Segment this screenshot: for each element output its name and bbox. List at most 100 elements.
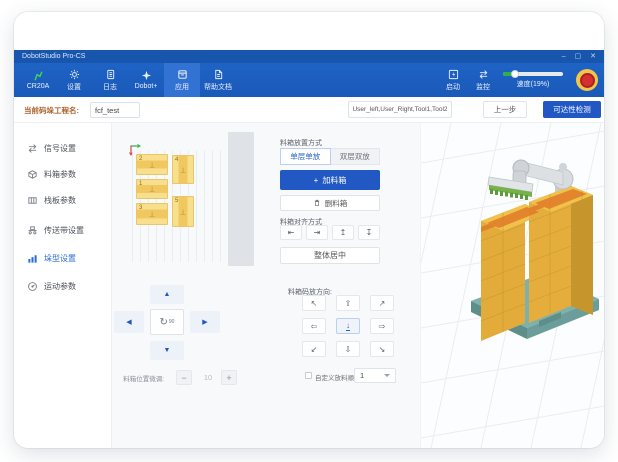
dir-down-left-button[interactable]: ↙ [302, 341, 326, 357]
project-name-label: 当前码垛工程名: [24, 105, 79, 116]
tab-single-layer[interactable]: 单层单放 [280, 148, 331, 165]
monitor-swap-icon [478, 69, 489, 80]
dir-up-button[interactable]: ⇧ [336, 295, 360, 311]
align-bottom-button[interactable]: ↧ [358, 225, 380, 240]
fine-tune-plus-button[interactable]: + [221, 370, 237, 385]
tab-double-layer[interactable]: 双层双放 [331, 148, 381, 165]
menu-item-robot-model[interactable]: CR20A [20, 63, 56, 97]
robot-arm-icon [33, 70, 44, 81]
speed-slider[interactable] [503, 72, 563, 76]
apps-icon [177, 69, 188, 80]
previous-step-button[interactable]: 上一步 [483, 101, 527, 118]
custom-order-checkbox[interactable] [305, 372, 312, 379]
conveyor-strip [228, 132, 254, 266]
dir-down-right-button[interactable]: ↘ [370, 341, 394, 357]
custom-order-dropdown[interactable]: 1 [354, 368, 396, 383]
minimize-button[interactable]: – [562, 53, 566, 60]
log-icon [105, 69, 116, 80]
menu-item-label: 设置 [67, 82, 81, 92]
gripper-point-icon: ⊥ [137, 161, 167, 169]
placement-tabs: 单层单放 双层双放 [280, 148, 380, 165]
dir-place-down-button[interactable]: ↓ [336, 318, 360, 334]
sidebar-item-label: 传送带设置 [44, 225, 84, 236]
pallet-box[interactable]: 4 ⊥ [172, 155, 194, 184]
start-icon [448, 69, 459, 80]
placement-title: 料箱放置方式 [280, 138, 322, 148]
emergency-stop-button[interactable] [576, 69, 598, 91]
sidebar-item-stack-type[interactable]: 垛型设置 [14, 248, 112, 268]
sidebar-item-pallet-params[interactable]: 栈板参数 [14, 190, 112, 210]
menu-item-log[interactable]: 日志 [92, 63, 128, 97]
start-button[interactable]: 启动 [438, 69, 468, 92]
menu-item-label: Dobot+ [135, 83, 158, 90]
pallet-box[interactable]: 3 ⊥ [136, 203, 168, 225]
rotate-90-button[interactable]: ↻ 90 [150, 309, 184, 335]
reachability-check-button[interactable]: 可达性检测 [543, 101, 601, 118]
dir-up-left-button[interactable]: ↖ [302, 295, 326, 311]
monitor-button[interactable]: 监控 [468, 69, 498, 92]
sidebar-item-motion-params[interactable]: 运动参数 [14, 276, 112, 296]
frames-tools-button[interactable]: User_left,User_Right,Tool1,Tool2 [348, 101, 452, 118]
app-window: DobotStudio Pro-CS – ▢ ✕ CR20A 设置 日志 Dob… [14, 12, 604, 448]
gripper-point-icon: ⊥ [173, 208, 193, 216]
jog-left-button[interactable]: ◀ [114, 311, 144, 333]
pallet-box[interactable]: 2 ⊥ [136, 154, 168, 175]
sidebar-item-conveyor-settings[interactable]: 传送带设置 [14, 220, 112, 240]
rotate-value: 90 [169, 319, 175, 325]
pallet-box[interactable]: 1 ⊥ [136, 179, 168, 199]
delete-box-label: 删料箱 [325, 198, 348, 209]
align-top-button[interactable]: ↥ [332, 225, 354, 240]
dir-up-right-button[interactable]: ↗ [370, 295, 394, 311]
chevron-down-icon [384, 374, 390, 377]
menu-item-settings[interactable]: 设置 [56, 63, 92, 97]
add-box-button[interactable]: + 加料箱 [280, 170, 380, 190]
place-down-icon: ↓ [346, 322, 350, 331]
fine-tune-label: 料箱位置微调: [102, 373, 164, 383]
pallet-icon [27, 195, 38, 206]
pallet-box[interactable]: 5 ⊥ [172, 196, 194, 227]
project-name-input[interactable] [90, 102, 140, 118]
gripper-point-icon: ⊥ [137, 185, 167, 193]
sidebar-item-label: 信号设置 [44, 143, 76, 154]
align-right-button[interactable]: ⇥ [306, 225, 328, 240]
dir-left-button[interactable]: ⇦ [302, 318, 326, 334]
window-title: DobotStudio Pro-CS [22, 50, 85, 63]
speed-label: 速度(19%) [517, 79, 550, 89]
project-bar: 当前码垛工程名: User_left,User_Right,Tool1,Tool… [14, 97, 604, 123]
jog-up-button[interactable]: ▲ [150, 285, 184, 304]
menu-item-label: 日志 [103, 82, 117, 92]
center-all-button[interactable]: 整体居中 [280, 247, 380, 264]
dir-right-button[interactable]: ⇨ [370, 318, 394, 334]
menu-item-dobot-plus[interactable]: Dobot+ [128, 63, 164, 97]
speed-slider-handle[interactable] [511, 70, 519, 78]
box-number: 4 [175, 157, 178, 163]
close-button[interactable]: ✕ [590, 53, 596, 60]
stack-type-icon [27, 253, 38, 264]
3d-viewport[interactable] [420, 123, 604, 448]
menu-item-apps[interactable]: 应用 [164, 63, 200, 97]
menu-item-help-docs[interactable]: 帮助文档 [200, 63, 236, 97]
align-left-button[interactable]: ⇤ [280, 225, 302, 240]
sidebar-item-signal-settings[interactable]: 信号设置 [14, 138, 112, 158]
pallet-editor-area: 2 ⊥ 1 ⊥ 3 ⊥ 4 ⊥ 5 ⊥ ▲ ◀ ↻ 90 ▶ ▼ 料箱位置微调:… [112, 123, 420, 448]
jog-right-button[interactable]: ▶ [190, 311, 220, 333]
fine-tune-value: 10 [194, 370, 222, 385]
dir-down-button[interactable]: ⇩ [336, 341, 360, 357]
delete-box-button[interactable]: 删料箱 [280, 195, 380, 211]
sidebar-item-label: 垛型设置 [44, 253, 76, 264]
menu-item-label: 应用 [175, 82, 189, 92]
sidebar-item-label: 运动参数 [44, 281, 76, 292]
jog-down-button[interactable]: ▼ [150, 341, 184, 360]
maximize-button[interactable]: ▢ [575, 53, 582, 60]
trash-icon [313, 199, 321, 207]
sidebar-item-label: 料箱参数 [44, 169, 76, 180]
speed-control: 速度(19%) [498, 72, 568, 89]
add-box-label: 加料箱 [322, 175, 346, 186]
motion-icon [27, 281, 38, 292]
sidebar-item-box-params[interactable]: 料箱参数 [14, 164, 112, 184]
direction-grid: ↖ ⇧ ↗ ⇦ ↓ ⇨ ↙ ⇩ ↘ [302, 295, 394, 357]
emergency-stop-icon [580, 73, 595, 88]
window-titlebar: DobotStudio Pro-CS – ▢ ✕ [14, 50, 604, 63]
fine-tune-minus-button[interactable]: − [176, 370, 192, 385]
gear-icon [69, 69, 80, 80]
